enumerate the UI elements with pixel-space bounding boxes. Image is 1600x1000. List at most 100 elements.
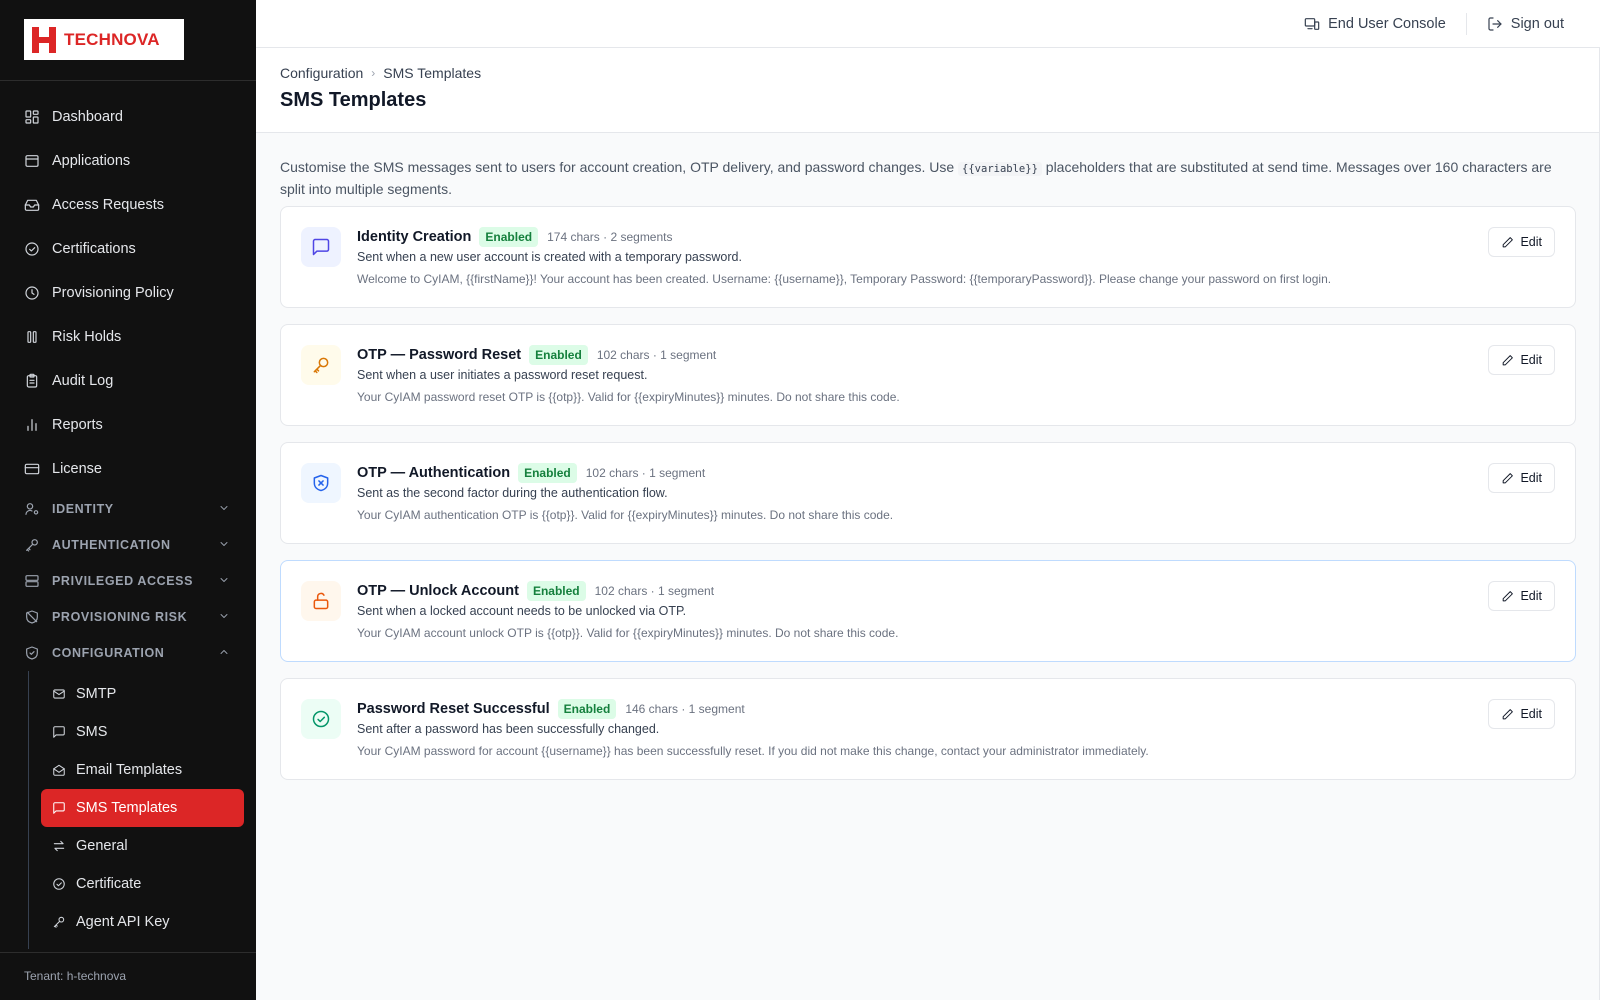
sidebar-item-general[interactable]: General [41,827,244,865]
sidebar-item-certifications[interactable]: Certifications [0,227,256,271]
breadcrumb: Configuration › SMS Templates [280,65,1576,81]
template-meta: 102 chars · 1 segment [594,584,715,598]
monitor-icon [1304,17,1320,30]
template-card: OTP — Password Reset Enabled 102 chars ·… [280,324,1576,426]
breadcrumb-configuration[interactable]: Configuration [280,65,363,81]
status-badge: Enabled [529,345,588,365]
sign-out-button[interactable]: Sign out [1487,16,1564,32]
template-card: Identity Creation Enabled 174 chars · 2 … [280,206,1576,308]
end-user-console-button[interactable]: End User Console [1304,16,1446,32]
section-authentication[interactable]: AUTHENTICATION [0,527,256,563]
sidebar-item-audit-log[interactable]: Audit Log [0,359,256,403]
sidebar-item-label: Access Requests [52,197,165,213]
sidebar-item-label: Audit Log [52,373,114,389]
section-privileged-access[interactable]: PRIVILEGED ACCESS [0,563,256,599]
sidebar-item-label: General [76,838,128,854]
check-circle-icon [301,699,341,739]
template-card: OTP — Authentication Enabled 102 chars ·… [280,442,1576,544]
key-icon [52,914,68,930]
sidebar-item-access-requests[interactable]: Access Requests [0,183,256,227]
message-square-icon [52,724,68,740]
edit-label: Edit [1520,235,1542,249]
template-description: Sent when a new user account is created … [357,250,742,264]
pencil-icon [1503,708,1514,719]
sidebar-item-label: Applications [52,153,131,169]
sidebar-item-sms-templates[interactable]: SMS Templates [41,789,244,827]
check-circle-icon [52,876,68,892]
section-label: PRIVILEGED ACCESS [52,574,194,588]
sidebar-item-label: SMTP [76,686,117,702]
sidebar: TECHNOVA Dashboard Applications Access R… [0,0,256,1000]
sidebar-item-certificate[interactable]: Certificate [41,865,244,903]
sidebar-item-provisioning-policy[interactable]: Provisioning Policy [0,271,256,315]
template-body: Your CyIAM account unlock OTP is {{otp}}… [357,626,899,640]
configuration-subnav: SMTP SMS Email Templates SMS Templates G… [28,671,256,949]
section-label: AUTHENTICATION [52,538,171,552]
sidebar-item-license[interactable]: License [0,447,256,491]
pencil-icon [1503,590,1514,601]
edit-button[interactable]: Edit [1488,581,1555,611]
sidebar-item-smtp[interactable]: SMTP [41,675,244,713]
template-title: OTP — Authentication [357,465,511,481]
section-label: CONFIGURATION [52,646,165,660]
chevron-down-icon [218,538,230,553]
edit-button[interactable]: Edit [1488,463,1555,493]
sidebar-item-agent-api-key[interactable]: Agent API Key [41,903,244,941]
shield-x-icon [301,463,341,503]
top-bar: End User Console Sign out [256,0,1600,48]
card-icon [24,461,40,477]
chevron-up-icon [218,646,230,661]
sidebar-item-sms[interactable]: SMS [41,713,244,751]
template-description: Sent when a user initiates a password re… [357,368,648,382]
section-configuration[interactable]: CONFIGURATION [0,635,256,671]
user-cog-icon [24,501,40,517]
variable-code: {{variable}} [958,162,1042,176]
mail-icon [52,686,68,702]
sidebar-item-dashboard[interactable]: Dashboard [0,95,256,139]
sidebar-item-reports[interactable]: Reports [0,403,256,447]
clipboard-icon [24,373,40,389]
chevron-down-icon [218,610,230,625]
main-nav: Dashboard Applications Access Requests C… [0,81,256,949]
topbar-divider [1465,12,1467,35]
edit-button[interactable]: Edit [1488,699,1555,729]
end-user-console-label: End User Console [1328,15,1446,32]
sidebar-item-email-templates[interactable]: Email Templates [41,751,244,789]
sidebar-item-label: SMS Templates [76,800,178,816]
section-identity[interactable]: IDENTITY [0,491,256,527]
log-out-icon [1488,16,1502,31]
pencil-icon [1503,236,1514,247]
sidebar-item-label: Email Templates [76,762,183,778]
edit-button[interactable]: Edit [1488,227,1555,257]
sidebar-item-risk-holds[interactable]: Risk Holds [0,315,256,359]
sidebar-item-label: Reports [52,417,103,433]
bar-chart-icon [24,417,40,433]
sidebar-item-label: Certificate [76,876,142,892]
template-title: OTP — Password Reset [357,347,522,363]
page-title: SMS Templates [280,89,427,111]
status-badge: Enabled [518,463,577,483]
brand-name: TECHNOVA [64,29,160,49]
message-square-icon [301,227,341,267]
server-icon [24,573,40,589]
main-content: Customise the SMS messages sent to users… [256,133,1600,796]
template-meta: 146 chars · 1 segment [625,702,745,716]
template-title: OTP — Unlock Account [357,583,519,599]
edit-label: Edit [1520,589,1542,603]
sidebar-item-label: Certifications [52,241,136,257]
dashboard-icon [24,109,40,125]
check-circle-icon [24,241,40,257]
sidebar-item-applications[interactable]: Applications [0,139,256,183]
section-provisioning-risk[interactable]: PROVISIONING RISK [0,599,256,635]
unlock-icon [301,581,341,621]
edit-button[interactable]: Edit [1488,345,1555,375]
inbox-icon [24,197,40,213]
section-label: IDENTITY [52,502,114,516]
template-meta: 102 chars · 1 segment [596,348,717,362]
chevron-down-icon [218,574,230,589]
mail-open-icon [52,762,68,778]
chevron-down-icon [218,502,230,517]
template-body: Your CyIAM authentication OTP is {{otp}}… [357,508,894,522]
pause-icon [24,329,40,345]
brand-logo[interactable]: TECHNOVA [24,19,184,60]
